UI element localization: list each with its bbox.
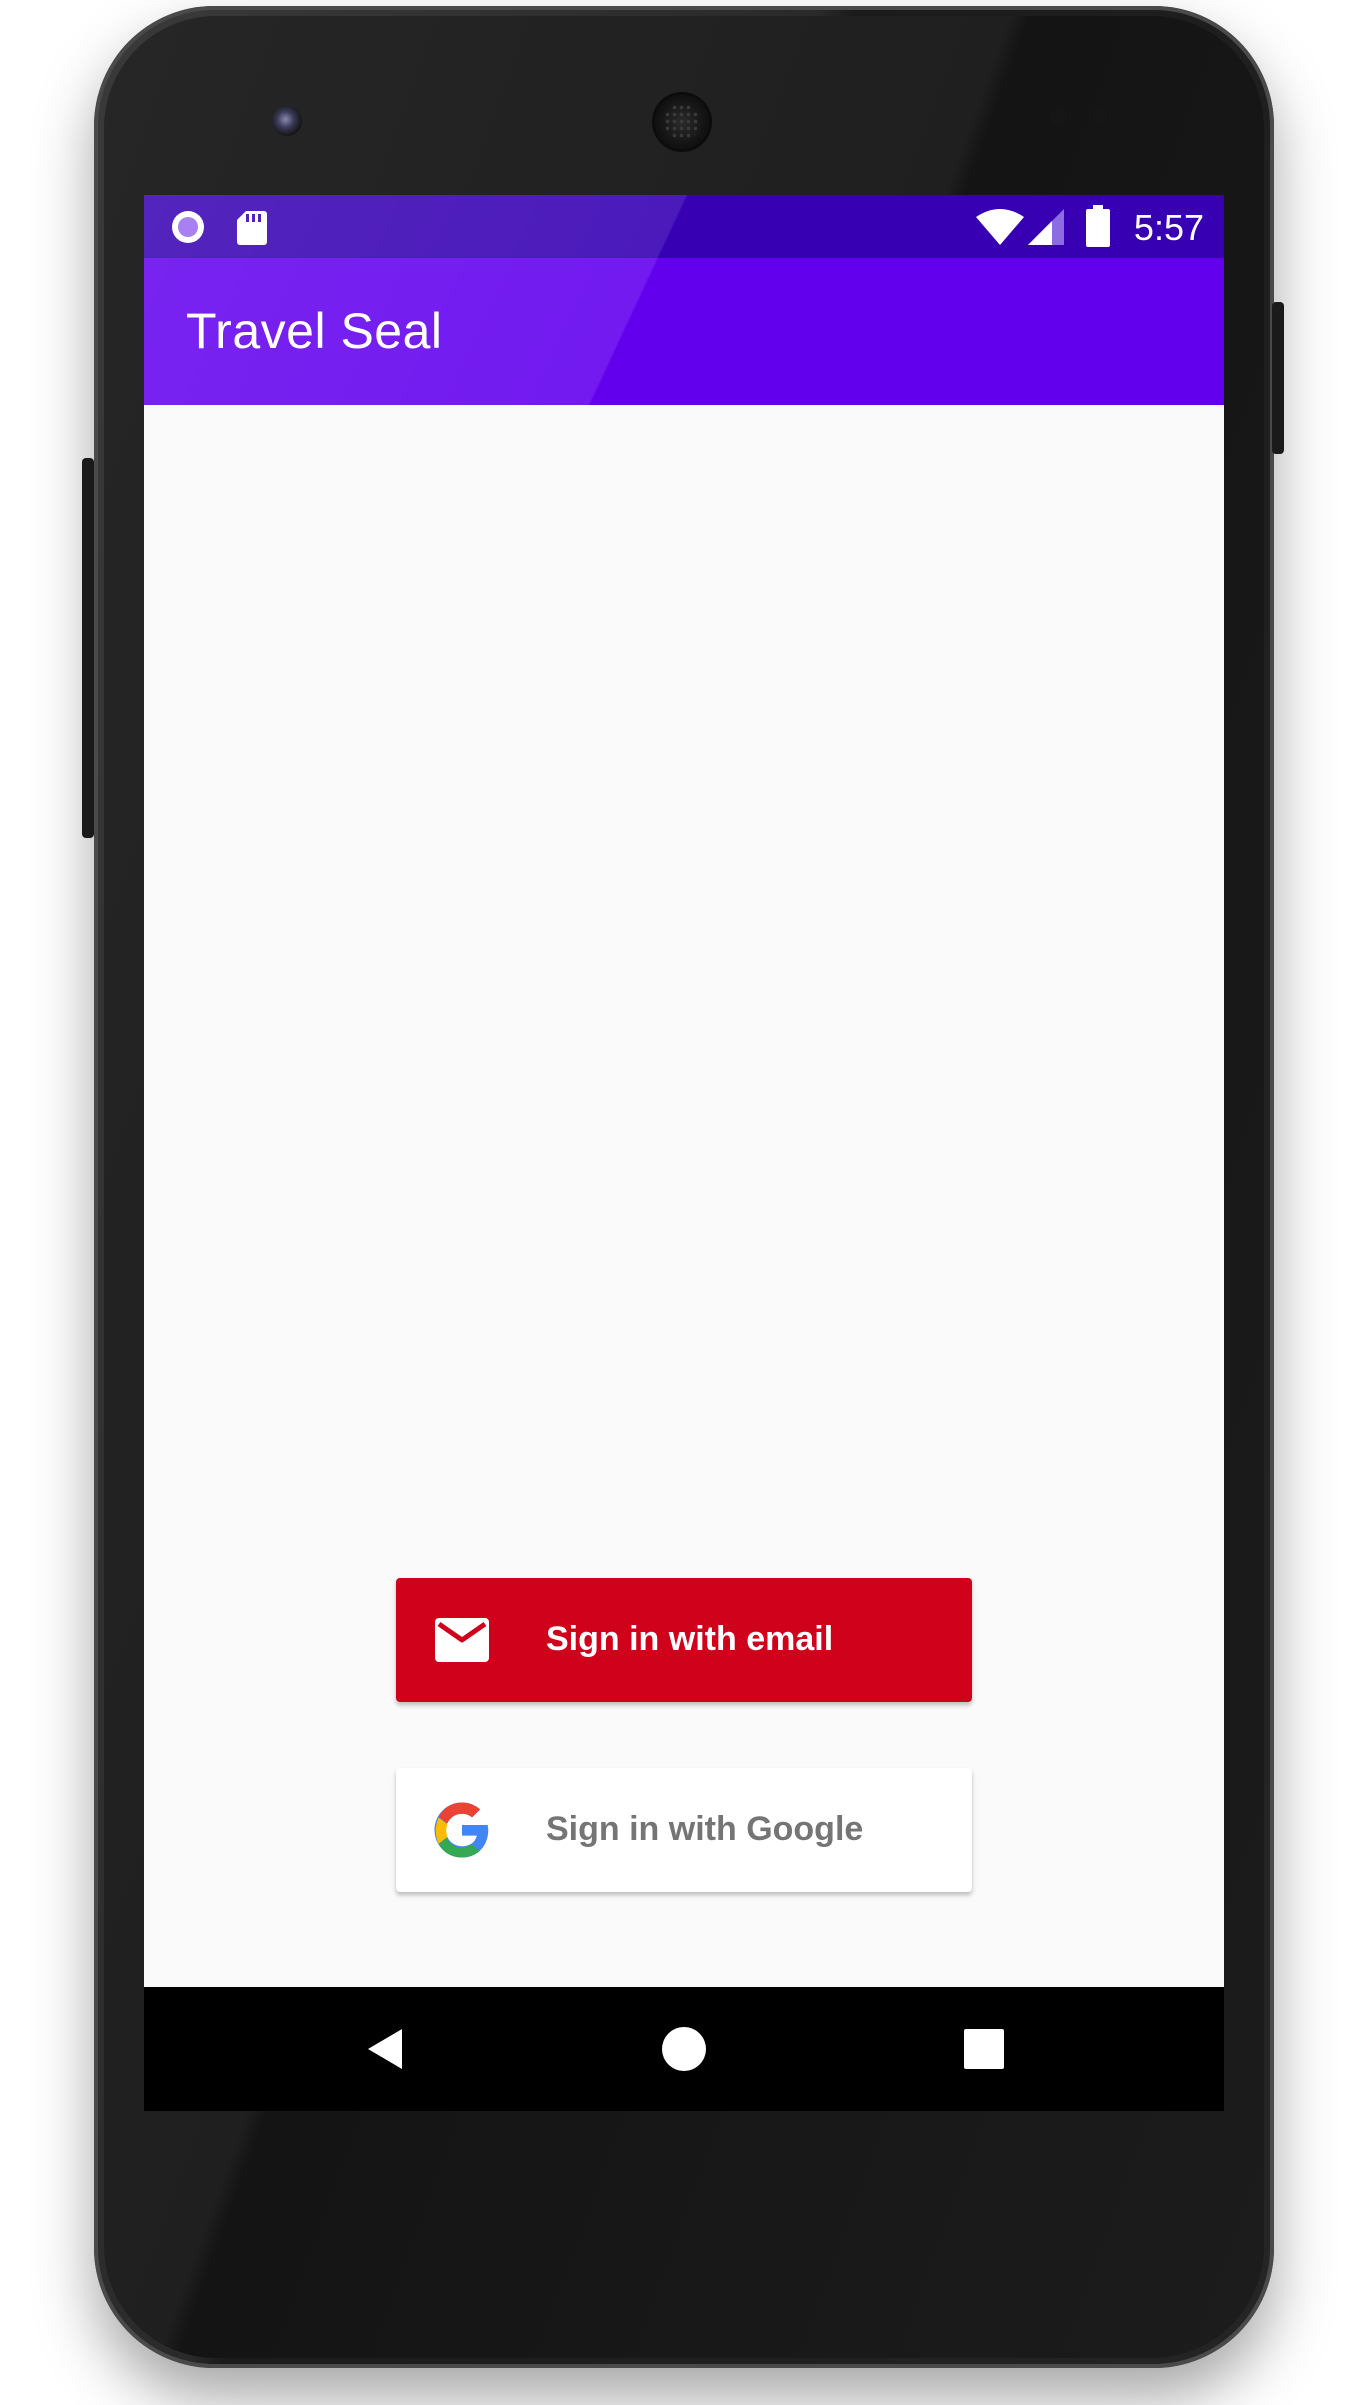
stage: 5:57 Travel Seal Sign in with email Sign…: [0, 0, 1370, 2405]
proximity-sensor: [1050, 108, 1068, 126]
sd-card-icon: [236, 209, 268, 250]
speaker-grille: [664, 104, 700, 140]
power-button: [1272, 302, 1284, 454]
screen: 5:57 Travel Seal Sign in with email Sign…: [144, 195, 1224, 2111]
main-content: [144, 405, 1224, 1987]
navigation-bar: [144, 1987, 1224, 2111]
home-icon[interactable]: [644, 2009, 724, 2089]
sign-in-email-button[interactable]: Sign in with email: [396, 1578, 972, 1702]
google-logo-icon: [432, 1800, 492, 1860]
back-icon[interactable]: [346, 2009, 426, 2089]
volume-button: [82, 458, 94, 838]
cellular-signal-icon: [1028, 209, 1064, 250]
app-title: Travel Seal: [186, 303, 443, 359]
app-bar: Travel Seal: [144, 258, 1224, 405]
front-camera: [272, 106, 302, 136]
wifi-icon: [976, 209, 1024, 250]
sign-in-email-label: Sign in with email: [546, 1620, 834, 1658]
sign-in-google-button[interactable]: Sign in with Google: [396, 1768, 972, 1892]
light-sensor: [1090, 108, 1108, 126]
notification-circle-icon: [170, 209, 206, 250]
sign-in-google-label: Sign in with Google: [546, 1810, 864, 1848]
recents-icon[interactable]: [944, 2009, 1024, 2089]
mail-icon: [432, 1610, 492, 1670]
battery-icon: [1086, 205, 1110, 252]
earpiece-speaker: [652, 92, 712, 152]
status-bar: 5:57: [144, 195, 1224, 258]
status-clock: 5:57: [1133, 207, 1204, 248]
